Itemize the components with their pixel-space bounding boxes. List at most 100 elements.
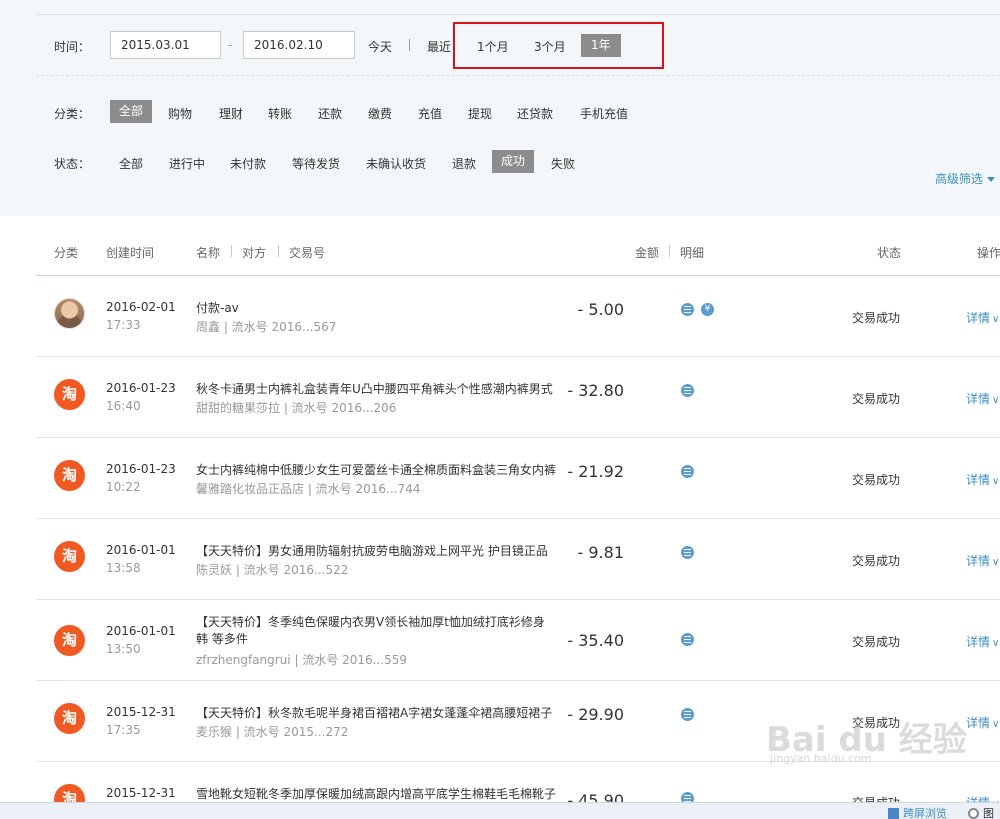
- row-detail-link[interactable]: 详情∨: [966, 309, 999, 326]
- status-all[interactable]: 全部: [119, 155, 143, 172]
- cross-screen-label: 跨屏浏览: [903, 807, 947, 819]
- header-name: 名称: [196, 246, 221, 260]
- category-shopping[interactable]: 购物: [168, 105, 192, 122]
- row-date: 2016-01-23: [106, 462, 176, 476]
- row-detail-link[interactable]: 详情∨: [966, 633, 999, 650]
- time-label: 时间：: [54, 40, 91, 54]
- circle-icon: [968, 808, 979, 819]
- row-date: 2016-02-01: [106, 300, 176, 314]
- detail-label: 详情: [966, 635, 991, 649]
- row-status: 交易成功: [852, 392, 901, 406]
- table-row: 淘 2016-01-01 13:50 【天天特价】冬季纯色保暖内衣男V领长袖加厚…: [36, 600, 1000, 681]
- list-icon[interactable]: [681, 384, 694, 397]
- category-transfer[interactable]: 转账: [268, 105, 292, 122]
- row-status: 交易成功: [852, 635, 901, 649]
- row-amount: - 21.92: [567, 462, 624, 481]
- today-link[interactable]: 今天: [368, 38, 392, 55]
- header-separator: [278, 245, 279, 257]
- row-time: 10:22: [106, 480, 141, 494]
- detail-label: 详情: [966, 554, 991, 568]
- advanced-filter-label: 高级筛选: [935, 172, 984, 186]
- row-date: 2015-12-31: [106, 705, 176, 719]
- quick-separator: [409, 39, 410, 51]
- row-date: 2015-12-31: [106, 786, 176, 800]
- row-amount: - 35.40: [567, 631, 624, 650]
- list-icon[interactable]: [681, 708, 694, 721]
- row-amount: - 5.00: [577, 300, 624, 319]
- table-row: 2016-02-01 17:33 付款-av 周鑫 | 流水号 2016...5…: [36, 276, 1000, 357]
- row-title[interactable]: 付款-av: [196, 300, 566, 317]
- table-row: 淘 2016-01-01 13:58 【天天特价】男女通用防辐射抗疲劳电脑游戏上…: [36, 519, 1000, 600]
- row-detail-link[interactable]: 详情∨: [966, 471, 999, 488]
- end-date-input[interactable]: [243, 31, 355, 59]
- status-bar-item[interactable]: 图: [968, 805, 994, 819]
- category-all[interactable]: 全部: [110, 100, 153, 123]
- header-category: 分类: [54, 246, 79, 260]
- row-date: 2016-01-01: [106, 543, 176, 557]
- top-divider: [36, 14, 1000, 15]
- category-withdraw[interactable]: 提现: [468, 105, 492, 122]
- row-title[interactable]: 【天天特价】男女通用防辐射抗疲劳电脑游戏上网平光 护目镜正品: [196, 543, 566, 560]
- list-icon[interactable]: [681, 465, 694, 478]
- row-title[interactable]: 女士内裤纯棉中低腰少女生可爱蕾丝卡通全棉质面料盒装三角女内裤: [196, 462, 566, 479]
- row-title[interactable]: 【天天特价】秋冬款毛呢半身裙百褶裙A字裙女蓬蓬伞裙高腰短裙子: [196, 705, 566, 722]
- category-finance[interactable]: 理财: [219, 105, 243, 122]
- row-time: 16:40: [106, 399, 141, 413]
- taobao-icon: 淘: [54, 541, 85, 572]
- row-subtitle: zfrzhengfangrui | 流水号 2016...559: [196, 653, 408, 667]
- row-title[interactable]: 【天天特价】冬季纯色保暖内衣男V领长袖加厚t恤加绒打底衫修身韩 等多件: [196, 614, 556, 648]
- row-title[interactable]: 秋冬卡通男士内裤礼盒装青年U凸中腰四平角裤头个性感潮内裤男式: [196, 381, 566, 398]
- chevron-down-icon: ∨: [992, 314, 1000, 325]
- header-counterparty: 对方: [242, 246, 267, 260]
- status-awaiting-shipment[interactable]: 等待发货: [292, 155, 340, 172]
- category-bills[interactable]: 缴费: [368, 105, 392, 122]
- list-icon[interactable]: [681, 546, 694, 559]
- header-transaction-no: 交易号: [289, 246, 326, 260]
- start-date-input[interactable]: [110, 31, 221, 59]
- detail-label: 详情: [966, 392, 991, 406]
- header-status: 状态: [877, 246, 902, 260]
- header-separator: [669, 245, 670, 257]
- category-repayment[interactable]: 还款: [318, 105, 342, 122]
- chevron-down-icon: ∨: [992, 557, 1000, 568]
- list-icon[interactable]: [681, 303, 694, 316]
- category-topup[interactable]: 充值: [418, 105, 442, 122]
- status-unconfirmed-receipt[interactable]: 未确认收货: [366, 155, 426, 172]
- table-row: 淘 2016-01-23 16:40 秋冬卡通男士内裤礼盒装青年U凸中腰四平角裤…: [36, 357, 1000, 438]
- status-unpaid[interactable]: 未付款: [230, 155, 266, 172]
- chevron-down-icon: ∨: [992, 719, 1000, 730]
- date-range-dash: -: [228, 38, 233, 52]
- status-refund[interactable]: 退款: [452, 155, 476, 172]
- status-in-progress[interactable]: 进行中: [169, 155, 205, 172]
- status-success[interactable]: 成功: [492, 150, 535, 173]
- dashed-divider: [36, 75, 1000, 76]
- status-failed[interactable]: 失败: [551, 155, 575, 172]
- row-detail-link[interactable]: 详情∨: [966, 390, 999, 407]
- header-created-time: 创建时间: [106, 246, 155, 260]
- yen-icon[interactable]: ¥: [701, 303, 714, 316]
- row-detail-link[interactable]: 详情∨: [966, 714, 999, 731]
- row-subtitle: 陈灵妖 | 流水号 2016...522: [196, 563, 349, 577]
- screen-icon: [888, 808, 899, 819]
- row-detail-link[interactable]: 详情∨: [966, 552, 999, 569]
- status-label: 状态：: [54, 157, 91, 171]
- chevron-down-icon: ∨: [992, 395, 1000, 406]
- highlight-box: [453, 22, 664, 69]
- cross-screen-browse-button[interactable]: 跨屏浏览: [888, 805, 947, 819]
- status-bar-label: 图: [983, 807, 994, 819]
- list-icon[interactable]: [681, 633, 694, 646]
- category-mobile-topup[interactable]: 手机充值: [580, 105, 628, 122]
- browser-status-bar: 跨屏浏览 图: [0, 802, 1000, 819]
- detail-label: 详情: [966, 473, 991, 487]
- baidu-watermark-url: jingyan.baidu.com: [770, 752, 872, 765]
- caret-down-icon: [987, 177, 996, 182]
- row-time: 13:58: [106, 561, 141, 575]
- chevron-down-icon: ∨: [992, 638, 1000, 649]
- row-amount: - 9.81: [577, 543, 624, 562]
- table-header: 分类 创建时间 名称 对方 交易号 金额 明细 状态 操作: [36, 232, 1000, 276]
- header-detail: 明细: [680, 246, 705, 260]
- header-separator: [231, 245, 232, 257]
- row-title[interactable]: 雪地靴女短靴冬季加厚保暖加绒高跟内增高平底学生棉鞋毛毛棉靴子: [196, 786, 566, 803]
- category-loan-repay[interactable]: 还贷款: [517, 105, 553, 122]
- advanced-filter-link[interactable]: 高级筛选: [935, 170, 996, 187]
